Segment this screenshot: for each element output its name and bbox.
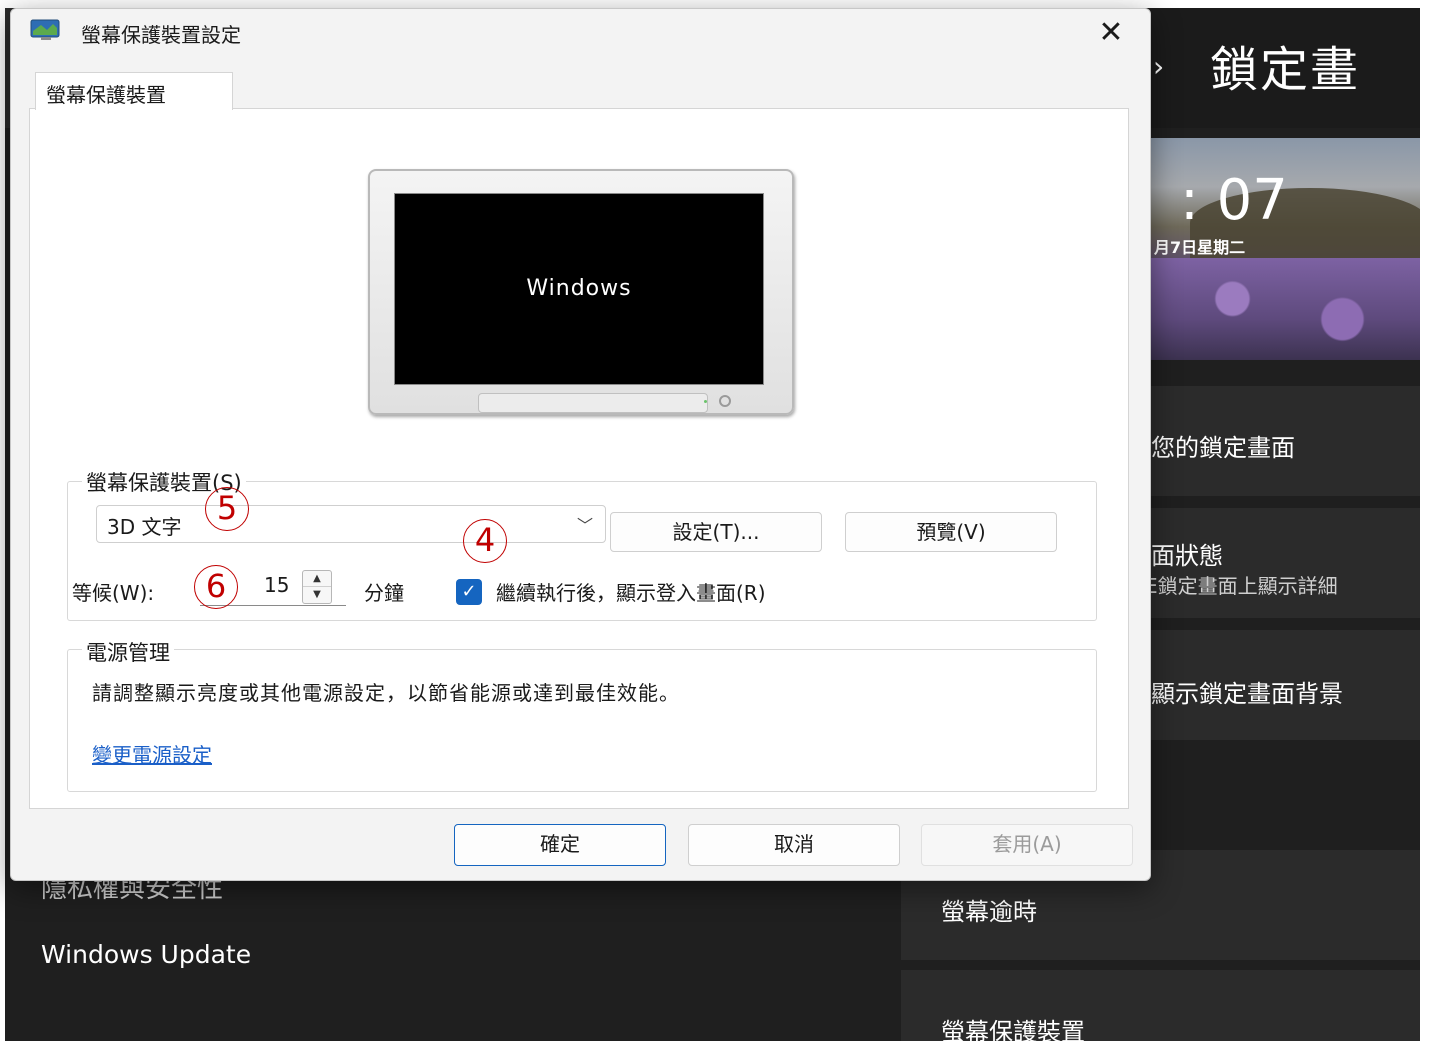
- resume-checkbox[interactable]: ✓: [456, 579, 482, 605]
- card-title: 面狀態: [1151, 542, 1223, 570]
- card-lock-screen-status[interactable]: 面狀態 E鎖定畫面上顯示詳細: [1145, 508, 1420, 618]
- screen-saver-dialog: 螢幕保護裝置設定 ✕ Windows 螢幕保護裝置(S) 3D 文字 ﹀ 設定(…: [10, 8, 1151, 881]
- power-group: [67, 649, 1097, 792]
- power-button-icon: [719, 395, 731, 407]
- spin-down-icon[interactable]: ▼: [303, 587, 331, 603]
- minutes-label: 分鐘: [364, 581, 404, 605]
- cancel-button[interactable]: 取消: [688, 824, 900, 866]
- preview-heather: [1150, 258, 1420, 360]
- spin-buttons: ▲ ▼: [302, 570, 332, 604]
- power-group-legend: 電源管理: [82, 637, 174, 667]
- card-personalize-lock-screen[interactable]: 您的鎖定畫面: [1145, 386, 1420, 496]
- apply-button-label: 套用(A): [992, 832, 1062, 856]
- dialog-title: 螢幕保護裝置設定: [81, 23, 241, 47]
- apply-button[interactable]: 套用(A): [921, 824, 1133, 866]
- chevron-down-icon: ﹀: [576, 516, 593, 535]
- spin-up-icon[interactable]: ▲: [303, 571, 331, 587]
- close-icon[interactable]: ✕: [1083, 13, 1139, 53]
- preview-button-label: 預覽(V): [916, 520, 986, 544]
- breadcrumb-chevron-icon: ›: [1153, 50, 1165, 83]
- annotation-6: 6: [194, 565, 238, 609]
- annotation-4: 4: [463, 519, 507, 563]
- resume-label: 繼續執行後，顯示登入畫面(R): [496, 581, 766, 605]
- tab-screen-saver[interactable]: 螢幕保護裝置: [35, 72, 233, 110]
- card-title: 顯示鎖定畫面背景: [1151, 680, 1343, 708]
- card-show-background[interactable]: 顯示鎖定畫面背景: [1145, 630, 1420, 740]
- card-screen-saver[interactable]: 螢幕保護裝置: [901, 970, 1420, 1041]
- monitor-base: [478, 393, 708, 413]
- page-title: 鎖定畫: [1210, 42, 1361, 98]
- settings-button-label: 設定(T)...: [672, 520, 760, 544]
- tab-label: 螢幕保護裝置: [46, 83, 166, 107]
- lock-preview-date: 月7日星期二: [1154, 238, 1246, 257]
- lock-screen-preview: : 07 月7日星期二: [1150, 138, 1420, 360]
- wait-value: 15: [264, 573, 290, 597]
- card-title: 螢幕保護裝置: [941, 1018, 1085, 1041]
- monitor-preview: Windows: [368, 169, 794, 415]
- screen-saver-app-icon: [30, 19, 60, 40]
- wait-label: 等候(W):: [72, 581, 155, 605]
- lock-preview-time: : 07: [1180, 168, 1288, 233]
- card-title: 您的鎖定畫面: [1151, 434, 1295, 462]
- ok-button[interactable]: 確定: [454, 824, 666, 866]
- preview-text: Windows: [526, 276, 632, 301]
- tab-panel: Windows 螢幕保護裝置(S) 3D 文字 ﹀ 設定(T)... 預覽(V)…: [29, 108, 1129, 809]
- change-power-settings-link[interactable]: 變更電源設定: [92, 739, 212, 768]
- nav-windows-update[interactable]: Windows Update: [41, 940, 251, 969]
- card-title: 螢幕逾時: [941, 898, 1037, 926]
- power-dot-icon: [704, 400, 707, 403]
- settings-button[interactable]: 設定(T)...: [610, 512, 822, 552]
- dialog-titlebar[interactable]: 螢幕保護裝置設定 ✕: [11, 9, 1150, 55]
- cancel-button-label: 取消: [774, 832, 814, 856]
- power-description: 請調整顯示亮度或其他電源設定，以節省能源或達到最佳效能。: [92, 681, 680, 705]
- annotation-5: 5: [205, 487, 249, 531]
- screensaver-select[interactable]: 3D 文字 ﹀: [96, 505, 606, 543]
- screensaver-selected-value: 3D 文字: [107, 515, 182, 539]
- ok-button-label: 確定: [540, 832, 580, 856]
- preview-button[interactable]: 預覽(V): [845, 512, 1057, 552]
- monitor-screen: Windows: [394, 193, 764, 385]
- card-description: E鎖定畫面上顯示詳細: [1145, 574, 1338, 598]
